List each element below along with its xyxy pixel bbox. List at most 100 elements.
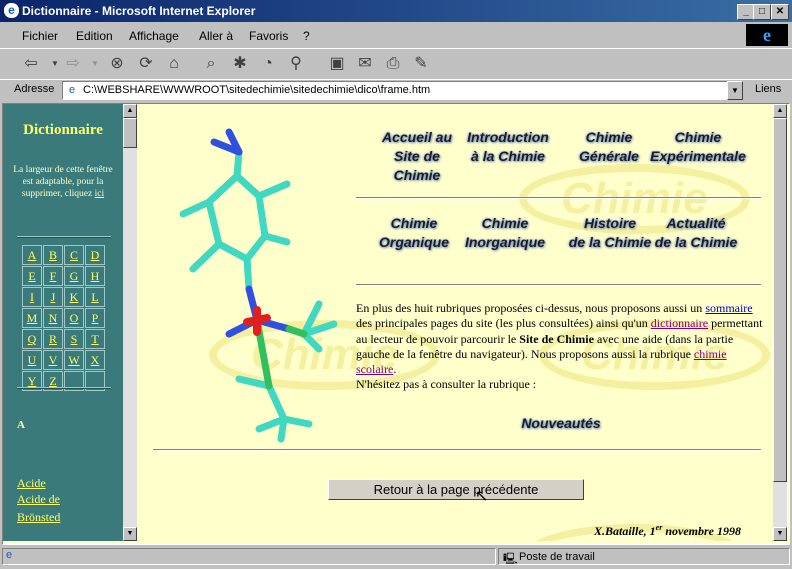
scroll-up-icon[interactable]: ▲ xyxy=(773,104,787,118)
channels-icon[interactable]: ⚲ xyxy=(285,53,307,75)
nouveautes-link[interactable]: Nouveautés xyxy=(501,414,621,433)
close-button[interactable]: ✕ xyxy=(771,4,789,20)
scroll-down-icon[interactable]: ▼ xyxy=(123,527,137,541)
menu-bar: Fichier Edition Affichage Aller à Favori… xyxy=(0,24,792,46)
status-zone: 🖳 Poste de travail xyxy=(498,548,790,565)
letter-link-i[interactable]: I xyxy=(22,287,42,307)
ie-app-icon: e xyxy=(4,3,19,18)
menu-favoris[interactable]: Favoris xyxy=(249,29,288,43)
menu-affichage[interactable]: Affichage xyxy=(129,29,179,43)
nav-introduction-link[interactable]: Introduction à la Chimie xyxy=(457,128,559,166)
letter-link-s[interactable]: S xyxy=(64,329,84,349)
nav-chimie-organique-link[interactable]: Chimie Organique xyxy=(372,214,456,252)
sommaire-link[interactable]: sommaire xyxy=(705,301,752,315)
status-bar: e 🖳 Poste de travail xyxy=(0,546,792,569)
menu-edition[interactable]: Edition xyxy=(76,29,113,43)
ie-logo-icon: e xyxy=(746,24,788,46)
refresh-icon[interactable]: ⟳ xyxy=(135,53,157,75)
search-icon[interactable]: ⌕ xyxy=(200,53,222,75)
maximize-button[interactable]: □ xyxy=(753,4,771,20)
divider xyxy=(356,284,761,286)
scroll-up-icon[interactable]: ▲ xyxy=(123,104,137,118)
scroll-thumb[interactable] xyxy=(123,118,137,148)
nav-chimie-generale-link[interactable]: Chimie Générale xyxy=(569,128,649,166)
letter-link-u[interactable]: U xyxy=(22,350,42,370)
entry-link-acide-de[interactable]: Acide de xyxy=(17,492,60,507)
letter-link-l[interactable]: L xyxy=(85,287,105,307)
address-dropdown-icon[interactable]: ▼ xyxy=(727,81,743,100)
letter-link-x[interactable]: X xyxy=(85,350,105,370)
mouse-cursor-icon: ↖ xyxy=(475,488,489,505)
hide-frame-link[interactable]: ici xyxy=(95,189,105,199)
letter-link-b[interactable]: B xyxy=(43,245,63,265)
forward-dropdown-icon[interactable]: ▼ xyxy=(84,53,106,75)
letter-link-h[interactable]: H xyxy=(85,266,105,286)
letter-link-n[interactable]: N xyxy=(43,308,63,328)
back-arrow-icon[interactable]: ⇦ xyxy=(20,53,42,75)
entry-link-acide[interactable]: Acide xyxy=(17,476,46,491)
stop-icon[interactable]: ⊗ xyxy=(106,53,128,75)
window-title: Dictionnaire - Microsoft Internet Explor… xyxy=(22,4,256,18)
address-label: Adresse xyxy=(14,83,55,95)
divider xyxy=(17,387,111,389)
toolbar: ⇦ ▼ ⇨ ▼ ⊗ ⟳ ⌂ ⌕ ✱ ◔ ⚲ ▣ ✉ ⎙ ✎ xyxy=(0,48,792,80)
letter-link-k[interactable]: K xyxy=(64,287,84,307)
nav-actualite-link[interactable]: Actualité de la Chimie xyxy=(646,214,746,252)
letter-link-d[interactable]: D xyxy=(85,245,105,265)
divider xyxy=(153,449,761,451)
letter-link-m[interactable]: M xyxy=(22,308,42,328)
scroll-down-icon[interactable]: ▼ xyxy=(773,527,787,541)
zone-label: Poste de travail xyxy=(519,551,595,563)
print-icon[interactable]: ⎙ xyxy=(382,53,404,75)
letter-link-r[interactable]: R xyxy=(43,329,63,349)
letter-link-g[interactable]: G xyxy=(64,266,84,286)
links-button[interactable]: Liens xyxy=(755,83,781,95)
history-icon[interactable]: ◔ xyxy=(257,53,279,75)
letter-link-p[interactable]: P xyxy=(85,308,105,328)
favorites-icon[interactable]: ✱ xyxy=(229,53,251,75)
menu-fichier[interactable]: Fichier xyxy=(22,29,58,43)
left-frame-scrollbar[interactable]: ▲ ▼ xyxy=(123,104,137,541)
address-url[interactable]: C:\WEBSHARE\WWWROOT\sitedechimie\sitedec… xyxy=(83,84,430,96)
menu-aller[interactable]: Aller à xyxy=(199,29,233,43)
divider xyxy=(356,197,761,199)
divider xyxy=(17,236,111,238)
scroll-thumb[interactable] xyxy=(773,118,787,482)
nav-accueil-link[interactable]: Accueil au Site de Chimie xyxy=(372,128,462,185)
home-icon[interactable]: ⌂ xyxy=(163,53,185,75)
main-frame-scrollbar[interactable]: ▲ ▼ xyxy=(773,104,787,541)
edit-icon[interactable]: ✎ xyxy=(410,53,432,75)
mail-icon[interactable]: ✉ xyxy=(354,53,376,75)
letter-link-e[interactable]: E xyxy=(22,266,42,286)
letter-link-c[interactable]: C xyxy=(64,245,84,265)
page-status-icon: e xyxy=(6,549,13,561)
fullscreen-icon[interactable]: ▣ xyxy=(326,53,348,75)
letter-link-a[interactable]: A xyxy=(22,245,42,265)
entry-link-bronsted[interactable]: Brönsted xyxy=(17,510,60,525)
nav-histoire-link[interactable]: Histoire de la Chimie xyxy=(563,214,657,252)
left-frame-dictionary: Dictionnaire La largeur de cette fenêtre… xyxy=(3,104,123,541)
letter-link-v[interactable]: V xyxy=(43,350,63,370)
menu-help[interactable]: ? xyxy=(303,29,310,43)
letter-link-o[interactable]: O xyxy=(64,308,84,328)
letter-link-t[interactable]: T xyxy=(85,329,105,349)
nav-chimie-experimentale-link[interactable]: Chimie Expérimentale xyxy=(645,128,751,166)
computer-icon: 🖳 xyxy=(503,553,518,565)
forward-arrow-icon[interactable]: ⇨ xyxy=(62,53,84,75)
section-letter: A xyxy=(17,419,25,431)
page-content: Dictionnaire La largeur de cette fenêtre… xyxy=(2,103,790,545)
frame-width-note: La largeur de cette fenêtre est adaptabl… xyxy=(13,165,113,199)
dictionnaire-link[interactable]: dictionnaire xyxy=(651,316,708,330)
signature: X.Bataille, 1er novembre 1998 xyxy=(594,523,741,538)
molecule-image xyxy=(179,128,338,443)
title-bar: e Dictionnaire - Microsoft Internet Expl… xyxy=(0,0,792,22)
letter-link-q[interactable]: Q xyxy=(22,329,42,349)
back-previous-page-button[interactable]: Retour à la page précédente xyxy=(328,479,584,500)
letter-link-f[interactable]: F xyxy=(43,266,63,286)
status-main: e xyxy=(2,548,496,565)
nav-chimie-inorganique-link[interactable]: Chimie Inorganique xyxy=(455,214,555,252)
letter-link-j[interactable]: J xyxy=(43,287,63,307)
address-input[interactable]: e C:\WEBSHARE\WWWROOT\sitedechimie\sited… xyxy=(62,81,729,100)
main-frame: Chimie Chimie Chimie Chimie xyxy=(139,104,773,541)
letter-link-w[interactable]: W xyxy=(64,350,84,370)
